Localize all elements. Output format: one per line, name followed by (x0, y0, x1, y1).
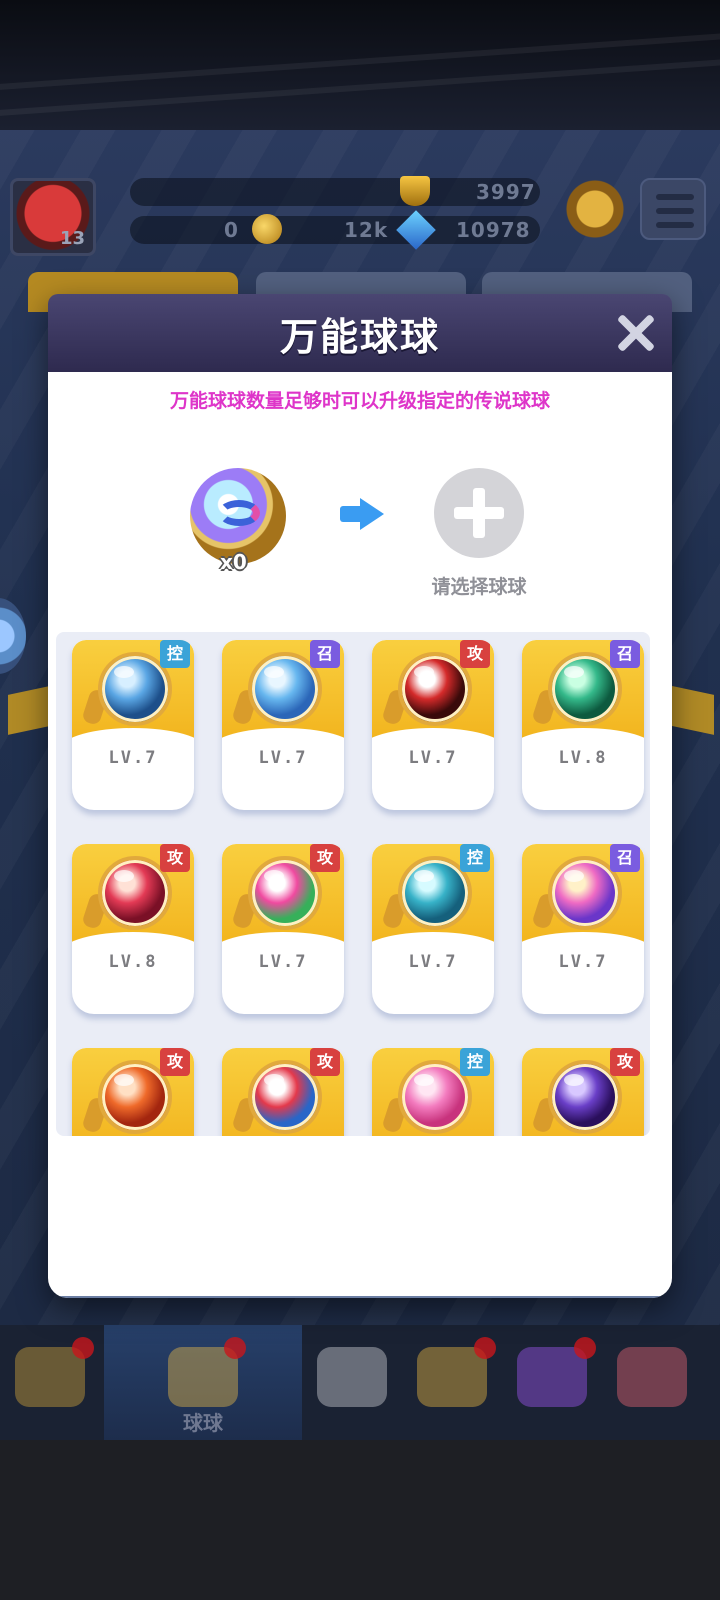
ball-level: LV.8 (108, 952, 158, 972)
control-type-badge: 控 (160, 640, 190, 668)
ball-card-fist[interactable]: 攻 (72, 1048, 194, 1136)
dialog-bottom-edge (48, 1296, 672, 1298)
control-type-badge: 控 (460, 1048, 490, 1076)
ball-card-phoenix[interactable]: 召 LV.7 (522, 844, 644, 1014)
select-ball-slot[interactable] (434, 468, 524, 558)
ball-level: LV.7 (408, 952, 458, 972)
ball-card-wing[interactable]: 召 LV.7 (222, 640, 344, 810)
summon-type-badge: 召 (610, 844, 640, 872)
ball-level: LV.7 (108, 748, 158, 768)
dialog-title: 万能球球 (279, 315, 440, 359)
summon-type-badge: 召 (310, 640, 340, 668)
ball-card-yin-yang[interactable]: 攻 (222, 1048, 344, 1136)
universal-ball-count: x0 (220, 550, 247, 574)
ball-card-prism[interactable]: 攻 LV.7 (222, 844, 344, 1014)
attack-type-badge: 攻 (310, 844, 340, 872)
attack-type-badge: 攻 (460, 640, 490, 668)
select-ball-label: 请选择球球 (431, 576, 527, 598)
close-button[interactable] (614, 312, 656, 354)
ball-card-dragon[interactable]: 攻 LV.8 (72, 844, 194, 1014)
summon-type-badge: 召 (610, 640, 640, 668)
attack-type-badge: 攻 (160, 844, 190, 872)
ball-level: LV.7 (558, 952, 608, 972)
universal-ball-dialog: 万能球球 万能球球数量足够时可以升级指定的传说球球 x0 请选择球球 控 LV.7… (48, 294, 672, 1298)
dialog-header: 万能球球 (48, 294, 672, 372)
ball-card-wave[interactable]: 控 LV.7 (372, 844, 494, 1014)
dialog-body: 万能球球数量足够时可以升级指定的传说球球 x0 请选择球球 控 LV.7 召 LV.7… (48, 372, 672, 1298)
ball-level: LV.7 (408, 748, 458, 768)
ball-grid[interactable]: 控 LV.7 召 LV.7 攻 LV.7 召 LV.8 攻 LV.8 攻 LV.7 控 LV.7 召 LV.7… (56, 632, 650, 1136)
upgrade-hint: 万能球球数量足够时可以升级指定的传说球球 (169, 390, 550, 412)
arrow-right-icon (340, 498, 386, 530)
attack-type-badge: 攻 (160, 1048, 190, 1076)
ball-card-portal[interactable]: 召 LV.8 (522, 640, 644, 810)
ball-level: LV.8 (558, 748, 608, 768)
ball-card-swordsman[interactable]: 控 LV.7 (72, 640, 194, 810)
ball-card-blade[interactable]: 攻 (522, 1048, 644, 1136)
ball-card-venom[interactable]: 攻 LV.7 (372, 640, 494, 810)
ball-level: LV.7 (258, 748, 308, 768)
attack-type-badge: 攻 (610, 1048, 640, 1076)
attack-type-badge: 攻 (310, 1048, 340, 1076)
ball-card-heart[interactable]: 控 (372, 1048, 494, 1136)
ball-level: LV.7 (258, 952, 308, 972)
control-type-badge: 控 (460, 844, 490, 872)
